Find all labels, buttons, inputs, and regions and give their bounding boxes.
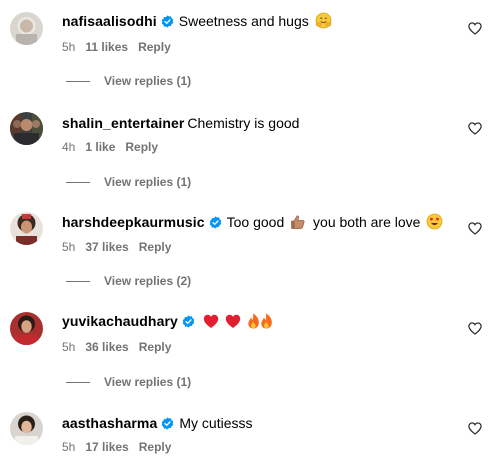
replies-divider-line <box>66 81 90 83</box>
verified-badge-icon <box>209 216 221 229</box>
reply-button[interactable]: Reply <box>125 140 158 154</box>
likes-count[interactable]: 37 likes <box>85 240 128 254</box>
comment-meta: 5h 37 likes Reply <box>62 239 181 255</box>
username[interactable]: harshdeepkaurmusic <box>62 214 205 230</box>
avatar[interactable] <box>10 212 43 245</box>
replies-divider-line <box>66 382 90 384</box>
avatar[interactable] <box>10 412 43 445</box>
username[interactable]: shalin_entertainer <box>62 115 184 131</box>
timestamp: 5h <box>62 440 76 454</box>
reply-button[interactable]: Reply <box>138 40 171 54</box>
comment-item: harshdeepkaurmusic Too good you both are … <box>0 200 490 300</box>
like-heart-icon[interactable] <box>468 122 482 135</box>
comment-body: nafisaalisodhi Sweetness and hugs <box>62 12 450 30</box>
like-heart-icon[interactable] <box>468 222 482 235</box>
username[interactable]: nafisaalisodhi <box>62 13 157 29</box>
comment-text: Too good <box>226 214 285 230</box>
view-replies-button[interactable]: View replies (2) <box>66 273 191 289</box>
timestamp: 5h <box>62 240 76 254</box>
likes-count[interactable]: 17 likes <box>85 440 128 454</box>
replies-divider-line <box>66 281 90 283</box>
avatar[interactable] <box>10 112 43 145</box>
thumbs-up-emoji-icon <box>291 215 305 229</box>
comment-text: Sweetness and hugs <box>178 13 309 29</box>
likes-count[interactable]: 11 likes <box>85 40 128 54</box>
likes-count[interactable]: 1 like <box>85 140 115 154</box>
verified-badge-icon <box>161 15 174 28</box>
avatar[interactable] <box>10 12 43 45</box>
comment-body: yuvikachaudhary <box>62 312 450 330</box>
avatar[interactable] <box>10 312 43 345</box>
red-heart-emoji-icon <box>203 314 218 328</box>
like-heart-icon[interactable] <box>468 322 482 335</box>
comment-meta: 5h 36 likes Reply <box>62 339 181 355</box>
fire-emoji-icon <box>260 313 272 329</box>
hugging-face-emoji-icon <box>315 12 332 29</box>
comment-body: aasthasharma My cutiesss <box>62 414 450 432</box>
view-replies-label: View replies (1) <box>104 74 192 88</box>
timestamp: 4h <box>62 140 76 154</box>
likes-count[interactable]: 36 likes <box>85 340 128 354</box>
replies-divider-line <box>66 182 90 184</box>
view-replies-button[interactable]: View replies (1) <box>66 374 191 390</box>
timestamp: 5h <box>62 40 76 54</box>
verified-badge-icon <box>162 417 174 430</box>
comment-body: shalin_entertainer Chemistry is good <box>62 114 450 132</box>
comment-text: Chemistry is good <box>187 115 300 131</box>
username[interactable]: yuvikachaudhary <box>62 313 178 329</box>
view-replies-label: View replies (1) <box>104 375 192 389</box>
like-heart-icon[interactable] <box>468 22 482 35</box>
view-replies-label: View replies (1) <box>104 175 192 189</box>
comment-item: nafisaalisodhi Sweetness and hugs 5h 11 li… <box>0 0 490 100</box>
timestamp: 5h <box>62 340 76 354</box>
reply-button[interactable]: Reply <box>139 440 172 454</box>
username[interactable]: aasthasharma <box>62 415 157 431</box>
comment-text-continued: you both are love <box>313 214 421 230</box>
view-replies-button[interactable]: View replies (1) <box>66 73 191 89</box>
view-replies-button[interactable]: View replies (1) <box>66 174 191 190</box>
fire-emoji-icon <box>247 313 259 329</box>
reply-button[interactable]: Reply <box>139 340 172 354</box>
comment-item: aasthasharma My cutiesss 5h 17 likes Reply <box>0 400 490 463</box>
like-heart-icon[interactable] <box>468 422 482 435</box>
red-heart-emoji-icon <box>225 314 240 328</box>
comment-meta: 5h 17 likes Reply <box>62 439 181 455</box>
comment-meta: 5h 11 likes Reply <box>62 39 181 55</box>
verified-badge-icon <box>182 315 195 328</box>
comment-meta: 4h 1 like Reply <box>62 139 168 155</box>
reply-button[interactable]: Reply <box>139 240 172 254</box>
view-replies-label: View replies (2) <box>104 274 192 288</box>
comment-item: shalin_entertainer Chemistry is good 4h 1 … <box>0 100 490 200</box>
comment-text: My cutiesss <box>179 415 253 431</box>
comment-item: yuvikachaudhary 5h 36 likes Reply View rep… <box>0 300 490 400</box>
heart-eyes-emoji-icon <box>426 213 443 230</box>
comment-body: harshdeepkaurmusic Too good you both are … <box>62 213 450 231</box>
